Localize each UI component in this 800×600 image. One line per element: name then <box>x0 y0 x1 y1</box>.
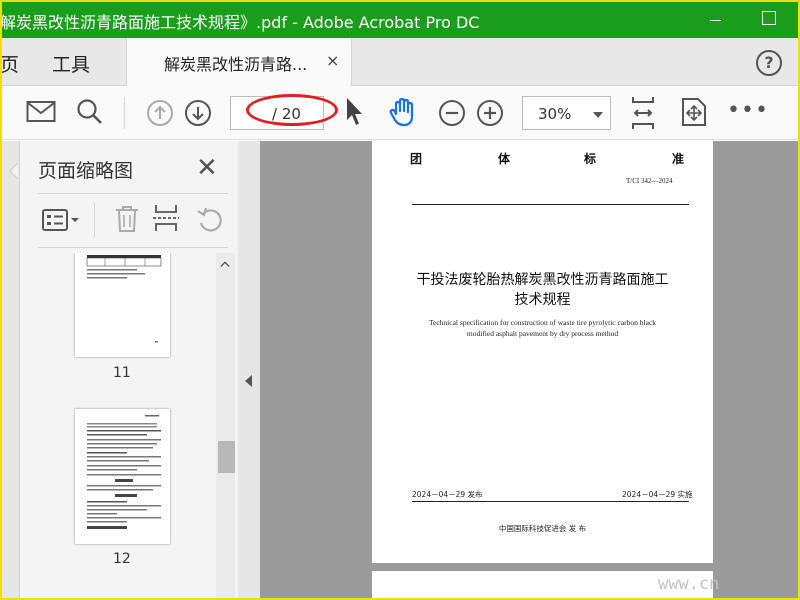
minimize-button[interactable] <box>706 10 726 30</box>
split-page-icon[interactable] <box>152 203 180 233</box>
english-title: Technical specification for construction… <box>428 318 657 327</box>
page-header-char: 体 <box>498 152 511 166</box>
thumbnails-panel: 页面缩略图 ✕ 11 12 <box>2 141 238 598</box>
fit-page-icon[interactable] <box>630 95 656 131</box>
annotation-oval <box>246 94 338 126</box>
tab-tools[interactable]: 工具 <box>52 50 90 77</box>
acrobat-window: 解炭黑改性沥青路面施工技术规程》.pdf - Adobe Acrobat Pro… <box>2 2 798 598</box>
hand-tool-icon[interactable] <box>387 96 419 128</box>
page-thumbnail-label-12: 12 <box>113 551 131 567</box>
full-screen-icon[interactable] <box>680 96 708 128</box>
document-title: 干投法废轮胎热解炭黑改性沥青路面施工 <box>416 272 669 288</box>
panel-pointer-icon <box>9 163 18 179</box>
rotate-page-icon[interactable] <box>196 205 224 233</box>
window-title: 解炭黑改性沥青路面施工技术规程》.pdf - Adobe Acrobat Pro… <box>2 13 480 32</box>
thumbnail-options-icon[interactable] <box>42 209 80 231</box>
page-rule <box>412 501 689 502</box>
page-thumbnail-11[interactable] <box>75 253 170 357</box>
select-cursor-icon[interactable] <box>344 96 366 128</box>
email-icon[interactable] <box>26 100 56 124</box>
document-tab-label: 解炭黑改性沥青路... <box>164 55 308 74</box>
panel-toolbar-separator <box>94 203 95 237</box>
thumbnail-page-content <box>87 415 161 529</box>
english-title-line2: modified asphalt pavement by dry process… <box>466 329 619 338</box>
document-title-line2: 技术规程 <box>514 292 571 308</box>
more-tools-button[interactable]: ••• <box>727 100 769 122</box>
close-icon[interactable]: ✕ <box>196 153 218 183</box>
previous-page-icon[interactable] <box>146 99 174 127</box>
publish-date: 2024－04－29 发布 <box>412 490 483 499</box>
panel-divider <box>38 193 228 194</box>
zoom-value: 30% <box>538 105 572 123</box>
thumbnail-page-content <box>86 255 162 343</box>
page-header-char: 标 <box>584 152 597 166</box>
watermark: www.cn <box>658 574 720 594</box>
implement-date: 2024－04－29 实施 <box>622 490 693 499</box>
page-header-char: 准 <box>672 152 685 166</box>
zoom-in-icon[interactable] <box>476 99 504 127</box>
maximize-button[interactable] <box>762 11 776 25</box>
toolbar-separator <box>124 97 125 129</box>
navigation-pane-strip <box>2 141 20 598</box>
tab-bar: 页 工具 解炭黑改性沥青路... × ? <box>2 38 798 86</box>
panel-title: 页面缩略图 <box>38 160 134 182</box>
issuer: 中国国际科技促进会 发 布 <box>498 524 587 533</box>
scrollbar-thumb[interactable] <box>218 441 235 473</box>
thumbnail-list: 11 12 <box>20 253 216 598</box>
scroll-up-icon[interactable] <box>220 259 230 269</box>
tab-home[interactable]: 页 <box>2 50 19 77</box>
page-thumbnail-12[interactable] <box>75 409 170 544</box>
document-view[interactable]: 团 体 标 准 T/CI 342—2024 干投法废轮胎热解炭黑改性沥青路面施工… <box>238 141 798 598</box>
tab-document[interactable]: 解炭黑改性沥青路... × <box>126 38 352 86</box>
thumbnail-scrollbar[interactable] <box>216 253 235 598</box>
toolbar: / 20 30% ••• <box>2 86 798 140</box>
page-rule <box>412 204 689 205</box>
document-tab-close-button[interactable]: × <box>326 51 339 70</box>
pdf-page: 团 体 标 准 T/CI 342—2024 干投法废轮胎热解炭黑改性沥青路面施工… <box>372 141 713 563</box>
zoom-out-icon[interactable] <box>438 99 466 127</box>
panel-toggle-strip[interactable] <box>238 141 260 598</box>
collapse-panel-icon[interactable] <box>245 375 252 387</box>
chevron-down-icon <box>593 112 603 118</box>
zoom-select[interactable]: 30% <box>522 96 611 130</box>
search-icon[interactable] <box>76 98 104 126</box>
panel-divider <box>38 247 228 248</box>
page-header-char: 团 <box>410 152 423 166</box>
title-bar: 解炭黑改性沥青路面施工技术规程》.pdf - Adobe Acrobat Pro… <box>2 2 798 38</box>
help-icon[interactable]: ? <box>756 50 782 76</box>
delete-page-icon[interactable] <box>114 205 140 233</box>
standard-number: T/CI 342—2024 <box>626 177 673 185</box>
page-thumbnail-label-11: 11 <box>113 365 131 381</box>
next-page-icon[interactable] <box>184 99 212 127</box>
